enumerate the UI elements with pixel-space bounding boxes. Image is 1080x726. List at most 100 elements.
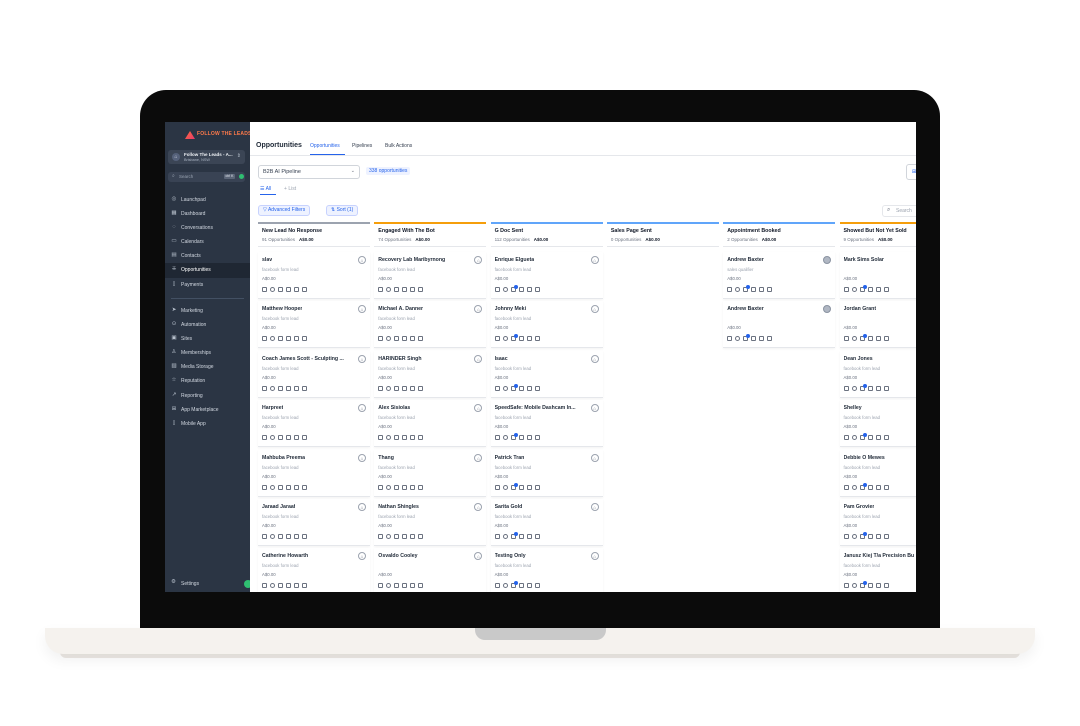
tag-icon[interactable] (278, 435, 283, 441)
note-icon[interactable] (518, 287, 524, 292)
task-icon[interactable] (410, 287, 416, 292)
task-icon[interactable] (294, 435, 299, 441)
user-icon[interactable]: ⌂ (474, 404, 483, 413)
opportunity-card[interactable]: HARINDER Singh facebook form lead A$0.00 ⌂ (374, 350, 487, 398)
tag-icon[interactable] (278, 385, 283, 391)
phone-icon[interactable] (494, 484, 500, 490)
phone-icon[interactable] (378, 534, 384, 539)
task-icon[interactable] (526, 287, 532, 292)
pipeline-select[interactable]: B2B AI Pipeline ⌄ (258, 165, 360, 179)
task-icon[interactable] (294, 534, 299, 539)
calendar-icon[interactable] (883, 435, 889, 441)
task-icon[interactable] (410, 534, 416, 539)
message-icon[interactable] (386, 385, 392, 391)
calendar-icon[interactable] (767, 287, 773, 292)
note-icon[interactable] (867, 484, 873, 490)
logo[interactable]: FOLLOW THE LEADS (185, 129, 251, 141)
task-icon[interactable] (294, 583, 299, 589)
calendar-icon[interactable] (534, 287, 540, 292)
note-icon[interactable] (402, 484, 408, 490)
calendar-icon[interactable] (302, 287, 307, 292)
calendar-icon[interactable] (534, 484, 540, 490)
calendar-icon[interactable] (302, 336, 307, 342)
opportunity-card[interactable]: Matthew Hooper facebook form lead A$0.00 ⌂ (258, 301, 370, 349)
note-icon[interactable] (518, 484, 524, 490)
task-icon[interactable] (875, 385, 881, 391)
phone-icon[interactable] (843, 336, 849, 342)
calendar-icon[interactable] (418, 385, 424, 391)
phone-icon[interactable] (843, 287, 849, 292)
user-icon[interactable]: ⌂ (358, 354, 366, 363)
task-icon[interactable] (410, 583, 416, 589)
calendar-icon[interactable] (534, 336, 540, 342)
message-icon[interactable] (851, 385, 857, 391)
task-icon[interactable] (294, 484, 299, 490)
user-icon[interactable]: ⌂ (474, 354, 483, 363)
message-icon[interactable] (851, 287, 857, 292)
opportunity-card[interactable]: Sarita Gold facebook form lead A$0.00 ⌂ (490, 499, 603, 546)
user-icon[interactable]: ⌂ (590, 404, 599, 413)
note-icon[interactable] (751, 336, 757, 342)
user-icon[interactable]: ⌂ (358, 503, 366, 511)
tag-icon[interactable] (510, 433, 518, 441)
calendar-icon[interactable] (302, 435, 307, 441)
user-icon[interactable]: ⌂ (474, 552, 483, 561)
phone-icon[interactable] (843, 583, 849, 589)
tag-icon[interactable] (394, 287, 400, 292)
user-icon[interactable]: ⌂ (474, 503, 483, 511)
calendar-icon[interactable] (883, 484, 889, 490)
message-icon[interactable] (270, 435, 275, 441)
message-icon[interactable] (270, 484, 275, 490)
opportunity-card[interactable]: Thang facebook form lead A$0.00 ⌂ (374, 449, 487, 497)
message-icon[interactable] (851, 484, 857, 490)
tag-icon[interactable] (743, 334, 751, 342)
phone-icon[interactable] (727, 287, 733, 292)
phone-icon[interactable] (262, 583, 267, 589)
avatar[interactable] (823, 305, 832, 314)
calendar-icon[interactable] (883, 336, 889, 342)
task-icon[interactable] (875, 534, 881, 539)
tag-icon[interactable] (510, 482, 518, 490)
task-icon[interactable] (875, 435, 881, 441)
opportunity-card[interactable]: Pam Grovierfacebook form leadA$0.00⌂ (839, 499, 916, 546)
opportunity-card[interactable]: Catherine Howarth facebook form lead A$0.0… (258, 548, 370, 592)
task-icon[interactable] (875, 287, 881, 292)
opportunity-card[interactable]: Johnny Meki facebook form lead A$0.00 ⌂ (490, 301, 603, 349)
opportunity-card[interactable]: Shelleyfacebook form leadA$0.00⌂ (839, 400, 916, 448)
note-icon[interactable] (518, 534, 524, 539)
task-icon[interactable] (526, 583, 532, 589)
phone-icon[interactable] (843, 534, 849, 539)
advanced-filters-button[interactable]: ▽ Advanced Filters (258, 205, 311, 216)
sidebar-item-payments[interactable]: ▯ Payments (165, 278, 250, 292)
task-icon[interactable] (875, 336, 881, 342)
calendar-icon[interactable] (302, 385, 307, 391)
tag-icon[interactable] (278, 336, 283, 342)
sidebar-item-app-marketplace[interactable]: ⊞ App Marketplace (165, 403, 250, 417)
phone-icon[interactable] (727, 336, 733, 342)
sidebar-item-opportunities[interactable]: ⁜ Opportunities (165, 263, 250, 278)
tag-icon[interactable] (859, 482, 867, 490)
note-icon[interactable] (751, 287, 757, 292)
note-icon[interactable] (286, 435, 291, 441)
note-icon[interactable] (286, 484, 291, 490)
user-icon[interactable]: ⌂ (358, 305, 366, 314)
message-icon[interactable] (270, 385, 275, 391)
message-icon[interactable] (735, 287, 741, 292)
quick-action-icon[interactable] (239, 174, 244, 179)
opportunity-card[interactable]: Janusz Kiej T/a Precision Bu facebook for… (839, 548, 916, 592)
opportunity-card[interactable]: slav facebook form lead A$0.00 ⌂ (258, 252, 370, 299)
tab-opportunities[interactable]: Opportunities (310, 143, 340, 149)
opportunity-card[interactable]: Testing Only facebook form lead A$0.00 ⌂ (490, 548, 603, 592)
tag-icon[interactable] (394, 583, 400, 589)
user-icon[interactable]: ⌂ (474, 453, 483, 462)
sidebar-item-sites[interactable]: ▣ Sites (165, 332, 250, 346)
opportunity-card[interactable]: Jaraad Jaraaf facebook form lead A$0.00 ⌂ (258, 499, 370, 546)
phone-icon[interactable] (378, 583, 384, 589)
note-icon[interactable] (286, 336, 291, 342)
phone-icon[interactable] (494, 583, 500, 589)
phone-icon[interactable] (843, 484, 849, 490)
phone-icon[interactable] (494, 336, 500, 342)
note-icon[interactable] (286, 287, 291, 292)
note-icon[interactable] (402, 336, 408, 342)
note-icon[interactable] (867, 583, 873, 589)
